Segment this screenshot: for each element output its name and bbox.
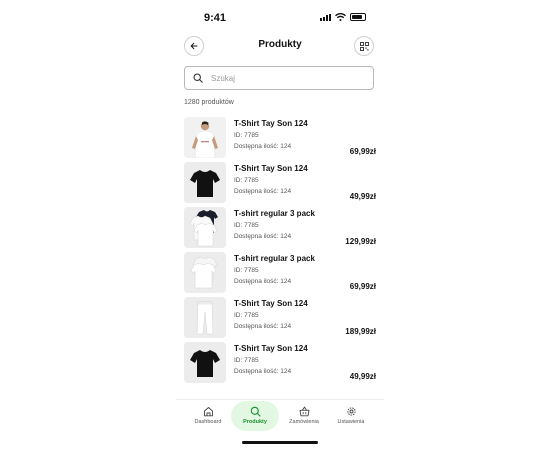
product-image [184,252,226,293]
status-bar: 9:41 [176,0,384,34]
product-item[interactable]: T-shirt regular 3 pack ID: 7785 Dostępna… [184,251,376,296]
product-image [184,207,226,248]
qr-code-icon [359,41,369,51]
tab-label: Zamówienia [289,419,319,425]
product-item[interactable]: T-shirt regular 3 pack ID: 7785 Dostępna… [184,206,376,251]
product-name: T-Shirt Tay Son 124 [234,164,308,173]
product-price: 69,99zł [349,282,376,291]
product-price: 189,99zł [345,327,376,336]
tab-dashboard[interactable]: Dashboard [184,401,232,431]
product-stock: Dostępna ilość: 124 [234,368,292,375]
product-id: ID: 7785 [234,267,259,274]
status-icons [320,13,366,21]
product-price: 129,99zł [345,237,376,246]
search-icon [193,73,203,83]
status-time: 9:41 [204,12,227,24]
product-id: ID: 7785 [234,132,259,139]
bottom-tab-bar: Dashboard Produkty Zamówienia Ustawienia [176,399,384,434]
product-list: T-Shirt Tay Son 124 ID: 7785 Dostępna il… [184,116,376,386]
product-item[interactable]: T-Shirt Tay Son 124 ID: 7785 Dostępna il… [184,161,376,206]
tab-label: Produkty [243,419,267,425]
product-price: 49,99zł [349,372,376,381]
phone-screen: 9:41 Produkty Szukaj 1280 produktów T-Sh… [176,0,384,450]
tab-label: Dashboard [194,419,222,425]
product-id: ID: 7785 [234,357,259,364]
product-name: T-Shirt Tay Son 124 [234,344,308,353]
products-count: 1280 produktów [184,99,234,106]
battery-icon [350,13,366,21]
tab-products[interactable]: Produkty [231,401,279,431]
product-stock: Dostępna ilość: 124 [234,188,292,195]
product-item[interactable]: T-Shirt Tay Son 124 ID: 7785 Dostępna il… [184,296,376,341]
header: Produkty [176,34,384,56]
search-icon [250,406,261,417]
product-image [184,117,226,158]
product-stock: Dostępna ilość: 124 [234,143,292,150]
tab-settings[interactable]: Ustawienia [327,401,375,431]
tab-orders[interactable]: Zamówienia [280,401,328,431]
product-image [184,162,226,203]
product-name: T-Shirt Tay Son 124 [234,119,308,128]
gear-icon [346,407,356,416]
search-field[interactable] [184,66,374,90]
page-title: Produkty [258,39,302,50]
product-stock: Dostępna ilość: 124 [234,323,292,330]
product-name: T-Shirt Tay Son 124 [234,299,308,308]
tab-label: Ustawienia [337,419,365,425]
home-indicator [242,441,318,444]
product-item[interactable]: T-Shirt Tay Son 124 ID: 7785 Dostępna il… [184,116,376,161]
basket-icon [299,406,309,417]
signal-icon [320,13,331,21]
product-image [184,342,226,383]
product-image [184,297,226,338]
product-id: ID: 7785 [234,177,259,184]
product-price: 49,99zł [349,192,376,201]
product-item[interactable]: T-Shirt Tay Son 124 ID: 7785 Dostępna il… [184,341,376,386]
search-input[interactable] [209,72,363,84]
product-name: T-shirt regular 3 pack [234,209,315,218]
product-id: ID: 7785 [234,222,259,229]
product-price: 69,99zł [349,147,376,156]
scan-button[interactable] [354,36,374,56]
wifi-icon [335,13,346,21]
product-id: ID: 7785 [234,312,259,319]
home-icon [203,407,213,417]
product-stock: Dostępna ilość: 124 [234,233,292,240]
product-stock: Dostępna ilość: 124 [234,278,292,285]
product-name: T-shirt regular 3 pack [234,254,315,263]
